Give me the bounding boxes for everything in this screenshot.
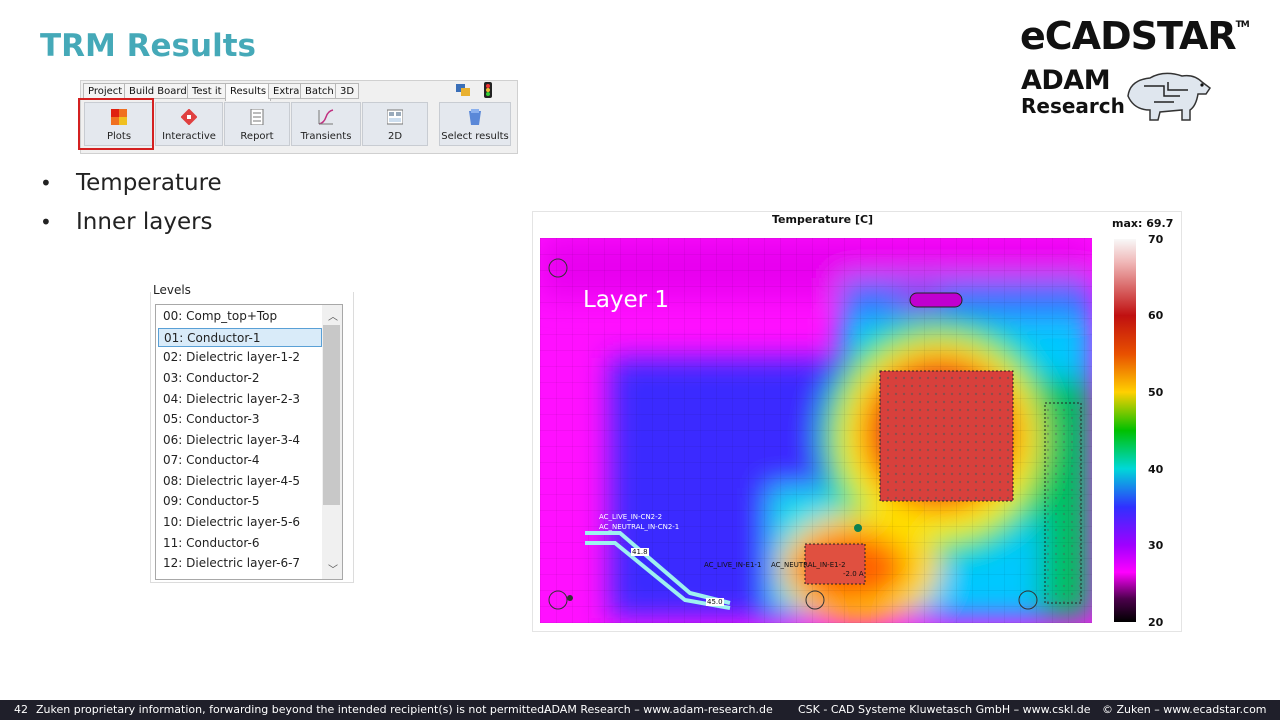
footer-adam-link: ADAM Research – www.adam-research.de (544, 703, 773, 716)
level-item[interactable]: 00: Comp_top+Top (158, 307, 322, 326)
net-label: -2.0 A (843, 570, 864, 578)
bullet-item: • Temperature (40, 170, 222, 196)
report-button-label: Report (240, 131, 274, 142)
temperature-colorbar (1114, 239, 1136, 622)
ecadstar-logo-text: eCADSTAR (1020, 14, 1237, 58)
level-item[interactable]: 03: Conductor-2 (158, 369, 322, 388)
interactive-button-label: Interactive (162, 131, 216, 142)
traffic-light-icon[interactable] (483, 82, 493, 98)
level-item[interactable]: 07: Conductor-4 (158, 451, 322, 470)
slide-footer: 42 Zuken proprietary information, forwar… (0, 700, 1280, 720)
2d-button-label: 2D (387, 131, 403, 142)
net-label: AC_LIVE_IN-CN2-2 (599, 513, 663, 521)
scroll-down-icon[interactable]: ﹀ (328, 561, 338, 576)
trademark-mark: TM (1235, 20, 1250, 30)
level-item[interactable]: 11: Conductor-6 (158, 534, 322, 553)
plot-title: Temperature [C] (772, 213, 874, 226)
transients-button-label: Transients (300, 131, 352, 142)
report-button[interactable]: Report (224, 102, 290, 146)
colorbar-tick: 60 (1148, 309, 1164, 322)
levels-scrollbar[interactable]: ︿ ﹀ (322, 305, 342, 579)
net-label: AC_NEUTRAL_IN-CN2-1 (599, 523, 680, 531)
interactive-button[interactable]: Interactive (155, 102, 223, 146)
colorbar-tick: 20 (1148, 616, 1164, 629)
net-label: AC_NEUTRAL_IN-E1-2 (771, 561, 846, 569)
levels-listbox[interactable]: 00: Comp_top+Top 01: Conductor-1 02: Die… (155, 304, 343, 580)
layout-switch-icon[interactable] (455, 83, 471, 97)
colorbar-tick: 70 (1148, 233, 1164, 246)
level-item[interactable]: 02: Dielectric layer-1-2 (158, 348, 322, 367)
bullet-text-temperature: Temperature (76, 170, 222, 196)
slide-title: TRM Results (40, 28, 256, 64)
select-results-button[interactable]: Select results (439, 102, 511, 146)
bear-logo-icon (1127, 72, 1212, 121)
bullet-text-inner-layers: Inner layers (76, 209, 213, 235)
tab-batch[interactable]: Batch (300, 83, 339, 99)
level-item[interactable]: 05: Conductor-3 (158, 410, 322, 429)
level-item[interactable]: 08: Dielectric layer-4-5 (158, 472, 322, 491)
temperature-annotation: 45.0 (706, 598, 724, 606)
transients-icon (318, 109, 334, 125)
colorbar-tick: 30 (1148, 539, 1164, 552)
scroll-up-icon[interactable]: ︿ (328, 308, 338, 323)
tab-build-board[interactable]: Build Board (124, 83, 192, 99)
level-item[interactable]: 04: Dielectric layer-2-3 (158, 390, 322, 409)
level-item-selected[interactable]: 01: Conductor-1 (158, 328, 322, 347)
adam-logo-line2: Research (1021, 94, 1125, 118)
bullet-item: • Inner layers (40, 209, 213, 235)
levels-caption: Levels (153, 283, 191, 297)
scrollbar-thumb[interactable] (323, 325, 340, 505)
page-number: 42 (14, 703, 28, 716)
level-item[interactable]: 09: Conductor-5 (158, 492, 322, 511)
transients-button[interactable]: Transients (291, 102, 361, 146)
level-item[interactable]: 10: Dielectric layer-5-6 (158, 513, 322, 532)
select-results-icon (469, 109, 481, 125)
tab-3d[interactable]: 3D (335, 83, 360, 99)
2d-button[interactable]: 2D (362, 102, 428, 146)
max-temperature-label: max: 69.7 (1112, 217, 1174, 230)
level-item[interactable]: 06: Dielectric layer-3-4 (158, 431, 322, 450)
footer-csk-link: CSK - CAD Systeme Kluwetasch GmbH – www.… (798, 703, 1091, 716)
tab-results[interactable]: Results (225, 83, 272, 101)
report-icon (250, 109, 264, 125)
colorbar-tick: 50 (1148, 386, 1164, 399)
2d-view-icon (387, 109, 403, 125)
select-results-button-label: Select results (441, 131, 509, 142)
temperature-annotation: 41.8 (631, 548, 649, 556)
adam-logo-line1: ADAM (1021, 65, 1111, 96)
tab-test-it[interactable]: Test it (187, 83, 227, 99)
footer-zuken-link: © Zuken – www.ecadstar.com (1102, 703, 1267, 716)
colorbar-tick: 40 (1148, 463, 1164, 476)
tab-project[interactable]: Project (83, 83, 128, 99)
net-label: AC_LIVE_IN-E1-1 (704, 561, 762, 569)
tab-extra[interactable]: Extra (268, 83, 305, 99)
layer-label: Layer 1 (583, 287, 670, 313)
ecadstar-logo: eCADSTARTM (1020, 14, 1250, 58)
level-item[interactable]: 12: Dielectric layer-6-7 (158, 554, 322, 573)
interactive-icon (181, 109, 197, 125)
plots-highlight-frame (78, 98, 154, 150)
footer-notice: Zuken proprietary information, forwardin… (36, 703, 548, 716)
